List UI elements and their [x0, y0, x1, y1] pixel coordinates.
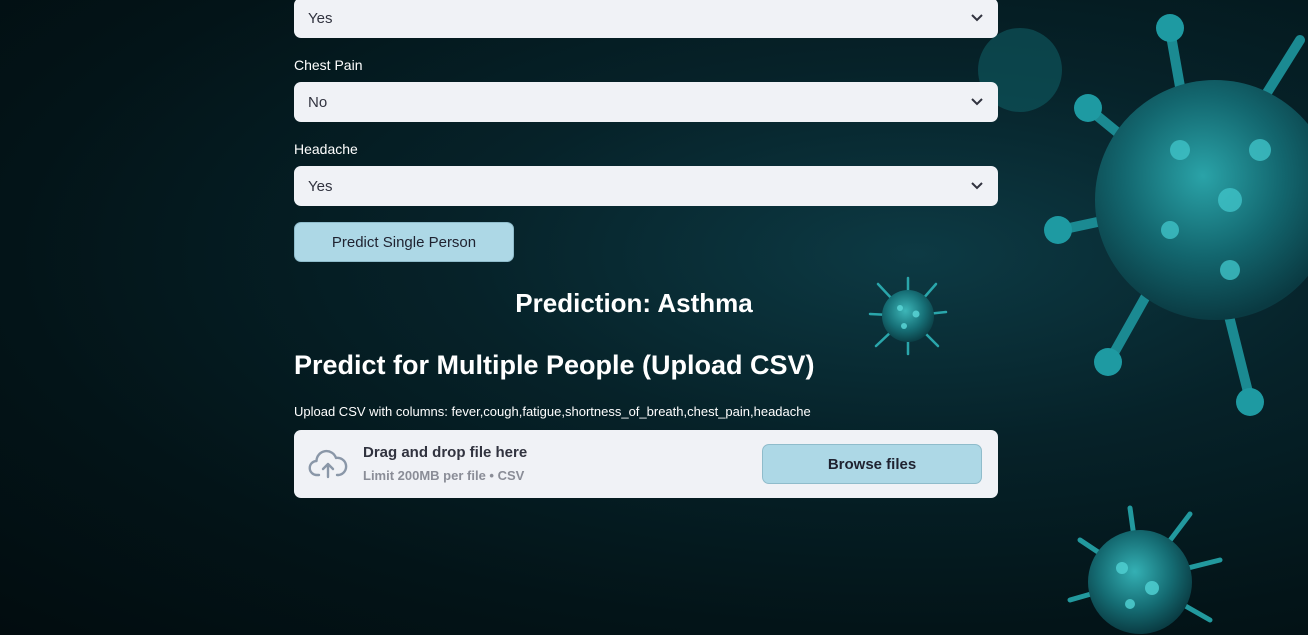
- predict-single-person-button[interactable]: Predict Single Person: [294, 222, 514, 262]
- select-value: No: [308, 93, 328, 111]
- symptom-select-previous[interactable]: Yes: [294, 0, 998, 38]
- virus-large-illustration: [1044, 14, 1308, 416]
- headache-label: Headache: [294, 141, 358, 157]
- select-value: Yes: [308, 177, 333, 195]
- dropzone-title: Drag and drop file here: [363, 444, 528, 461]
- upload-section-title: Predict for Multiple People (Upload CSV): [294, 350, 815, 380]
- chevron-down-icon: [970, 11, 984, 25]
- dropzone-limit: Limit 200MB per file • CSV: [363, 468, 525, 483]
- chevron-down-icon: [970, 179, 984, 193]
- cloud-upload-icon: [308, 448, 348, 480]
- headache-select[interactable]: Yes: [294, 166, 998, 206]
- browse-files-button[interactable]: Browse files: [762, 444, 982, 484]
- chest-pain-label: Chest Pain: [294, 57, 363, 73]
- prediction-result: Prediction: Asthma: [515, 288, 753, 318]
- chest-pain-select[interactable]: No: [294, 82, 998, 122]
- upload-caption: Upload CSV with columns: fever,cough,fat…: [294, 404, 811, 419]
- select-value: Yes: [308, 9, 333, 27]
- file-dropzone[interactable]: Drag and drop file here Limit 200MB per …: [294, 430, 998, 498]
- virus-bottom-illustration: [1067, 505, 1223, 634]
- chevron-down-icon: [970, 95, 984, 109]
